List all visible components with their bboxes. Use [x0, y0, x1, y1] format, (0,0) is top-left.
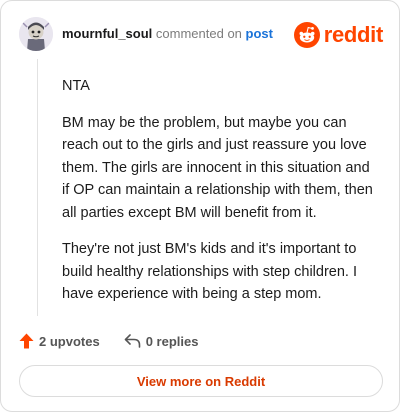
comment-meta: mournful_soul commented on post	[62, 26, 273, 41]
upvote-count: 2 upvotes	[39, 333, 100, 349]
comment-embed-card: mournful_soul commented on post reddit N…	[0, 0, 400, 412]
comment-body: NTA BM may be the problem, but maybe you…	[62, 75, 378, 320]
reddit-brand[interactable]: reddit	[293, 21, 384, 49]
avatar[interactable]	[19, 17, 53, 51]
upvote-button[interactable]: 2 upvotes	[19, 333, 100, 349]
upvote-arrow-icon	[19, 333, 34, 349]
comment-header: mournful_soul commented on post reddit	[19, 15, 385, 55]
reply-button[interactable]: 0 replies	[124, 333, 199, 349]
commented-on-text: commented on	[155, 26, 242, 41]
comment-paragraph: They're not just BM's kids and it's impo…	[62, 241, 357, 302]
view-more-button[interactable]: View more on Reddit	[19, 365, 383, 397]
comment-paragraph: BM may be the problem, but maybe you can…	[62, 114, 373, 221]
thread-line	[37, 59, 38, 316]
comment-actions: 2 upvotes 0 replies	[19, 331, 198, 351]
reply-icon	[124, 334, 140, 348]
post-link[interactable]: post	[246, 26, 273, 41]
comment-paragraph: NTA	[62, 78, 90, 94]
reddit-wordmark: reddit	[323, 22, 384, 47]
reddit-logo-icon	[293, 22, 320, 48]
username-link[interactable]: mournful_soul	[62, 26, 152, 41]
reply-count: 0 replies	[145, 333, 199, 349]
